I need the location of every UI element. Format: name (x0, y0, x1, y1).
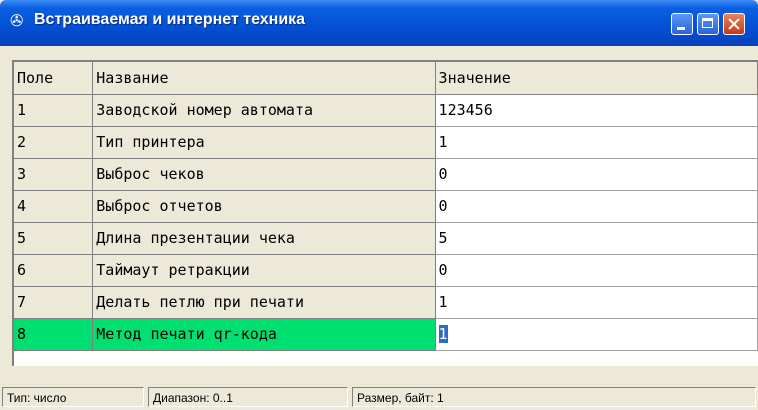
value-cell[interactable]: 0 (435, 158, 758, 191)
field-cell[interactable]: 7 (14, 286, 94, 319)
table-row[interactable]: 5 Длина презентации чека 5 (14, 222, 758, 255)
table-row[interactable]: 4 Выброс отчетов 0 (14, 190, 758, 223)
value-cell-editing[interactable]: 1 (435, 318, 758, 351)
field-cell[interactable]: 6 (14, 254, 94, 287)
window-title: Встраиваемая и интернет техника (34, 11, 306, 28)
field-cell[interactable]: 2 (14, 126, 94, 159)
name-cell[interactable]: Длина презентации чека (92, 222, 436, 255)
value-cell[interactable]: 5 (435, 222, 758, 255)
header-row: Поле Название Значение (14, 62, 758, 95)
name-cell[interactable]: Выброс чеков (92, 158, 436, 191)
value-editor[interactable]: 1 (438, 325, 448, 343)
table-row[interactable]: 1 Заводской номер автомата 123456 (14, 94, 758, 127)
status-size: Размер, байт: 1 (352, 387, 756, 407)
close-button[interactable] (723, 13, 745, 35)
value-cell[interactable]: 1 (435, 126, 758, 159)
value-cell[interactable]: 0 (435, 254, 758, 287)
settings-grid[interactable]: Поле Название Значение 1 Заводской номер… (12, 60, 758, 366)
table-row[interactable]: 7 Делать петлю при печати 1 (14, 286, 758, 319)
table-row-selected[interactable]: 8 Метод печати qr-кода 1 (14, 318, 758, 351)
column-header-value[interactable]: Значение (435, 62, 758, 95)
field-cell[interactable]: 1 (14, 94, 94, 127)
status-bar: Тип: число Диапазон: 0..1 Размер, байт: … (0, 383, 758, 410)
column-header-field[interactable]: Поле (14, 62, 94, 95)
column-header-name[interactable]: Название (92, 62, 436, 95)
status-type: Тип: число (2, 387, 144, 407)
status-range: Диапазон: 0..1 (148, 387, 348, 407)
minimize-button[interactable] (671, 13, 693, 35)
field-cell[interactable]: 4 (14, 190, 94, 223)
name-cell[interactable]: Тип принтера (92, 126, 436, 159)
name-cell[interactable]: Таймаут ретракции (92, 254, 436, 287)
name-cell[interactable]: Метод печати qr-кода (92, 318, 436, 351)
name-cell[interactable]: Выброс отчетов (92, 190, 436, 223)
name-cell[interactable]: Делать петлю при печати (92, 286, 436, 319)
settings-table: Поле Название Значение 1 Заводской номер… (14, 62, 758, 351)
table-row[interactable]: 2 Тип принтера 1 (14, 126, 758, 159)
table-row[interactable]: 6 Таймаут ретракции 0 (14, 254, 758, 287)
name-cell[interactable]: Заводской номер автомата (92, 94, 436, 127)
title-bar[interactable]: ✇ Встраиваемая и интернет техника (0, 0, 758, 46)
table-row[interactable]: 3 Выброс чеков 0 (14, 158, 758, 191)
maximize-button[interactable] (697, 13, 719, 35)
app-icon: ✇ (10, 11, 24, 30)
field-cell[interactable]: 3 (14, 158, 94, 191)
field-cell[interactable]: 5 (14, 222, 94, 255)
value-cell[interactable]: 123456 (435, 94, 758, 127)
value-cell[interactable]: 1 (435, 286, 758, 319)
field-cell[interactable]: 8 (14, 318, 94, 351)
value-cell[interactable]: 0 (435, 190, 758, 223)
